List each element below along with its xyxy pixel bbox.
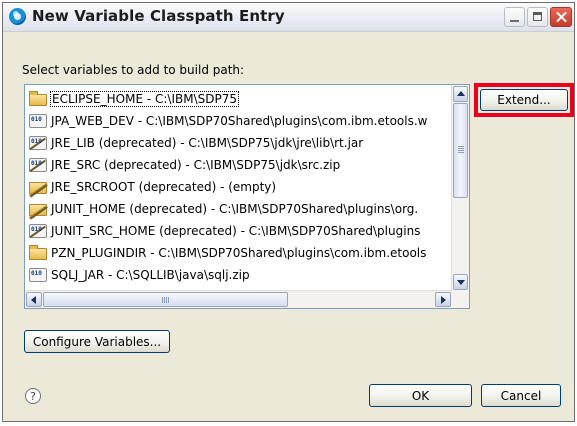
configure-variables-button[interactable]: Configure Variables... xyxy=(24,330,170,353)
ok-button[interactable]: OK xyxy=(369,384,472,407)
eclipse-app-icon xyxy=(9,8,26,25)
jar-deprecated-icon xyxy=(29,158,47,172)
list-item-label: PZN_PLUGINDIR - C:\IBM\SDP70Shared\plugi… xyxy=(51,246,427,260)
instruction-label: Select variables to add to build path: xyxy=(22,63,245,77)
list-item[interactable]: JPA_WEB_DEV - C:\IBM\SDP70Shared\plugins… xyxy=(29,110,449,132)
title-bar[interactable]: New Variable Classpath Entry xyxy=(3,3,574,32)
extend-button[interactable]: Extend... xyxy=(480,89,568,111)
horizontal-scroll-thumb[interactable] xyxy=(43,292,288,307)
list-item-label: JRE_SRC (deprecated) - C:\IBM\SDP75\jdk\… xyxy=(51,158,341,172)
folder-icon xyxy=(29,245,47,260)
window-title: New Variable Classpath Entry xyxy=(32,7,285,25)
jar-variable-icon xyxy=(29,114,47,128)
help-icon[interactable]: ? xyxy=(25,388,41,404)
vertical-scroll-thumb[interactable] xyxy=(453,103,468,198)
jar-variable-icon xyxy=(29,268,47,282)
scroll-right-button[interactable] xyxy=(435,292,451,307)
horizontal-scrollbar[interactable] xyxy=(25,290,452,308)
list-item-label: SQLJ_JAR - C:\SQLLIB\java\sqlj.zip xyxy=(51,268,250,282)
list-item[interactable]: JRE_SRC (deprecated) - C:\IBM\SDP75\jdk\… xyxy=(29,154,449,176)
list-item-label: JUNIT_HOME (deprecated) - C:\IBM\SDP70Sh… xyxy=(51,202,419,216)
list-item-label: JRE_LIB (deprecated) - C:\IBM\SDP75\jdk\… xyxy=(51,136,364,150)
folder-icon xyxy=(29,91,47,106)
list-item[interactable]: ECLIPSE_HOME - C:\IBM\SDP75 xyxy=(29,88,449,110)
scrollbar-corner xyxy=(452,291,469,308)
cancel-button[interactable]: Cancel xyxy=(481,384,561,407)
scroll-down-button[interactable] xyxy=(453,274,468,290)
minimize-button[interactable] xyxy=(504,7,525,27)
scroll-up-button[interactable] xyxy=(453,86,468,102)
list-item[interactable]: SQLJ_JAR - C:\SQLLIB\java\sqlj.zip xyxy=(29,264,449,286)
list-item-label: JUNIT_SRC_HOME (deprecated) - C:\IBM\SDP… xyxy=(51,224,421,238)
list-item[interactable]: JUNIT_SRC_HOME (deprecated) - C:\IBM\SDP… xyxy=(29,220,449,242)
jar-deprecated-icon xyxy=(29,136,47,150)
list-item-label: ECLIPSE_HOME - C:\IBM\SDP75 xyxy=(50,91,239,107)
vertical-scrollbar[interactable] xyxy=(451,85,469,291)
jar-deprecated-icon xyxy=(29,224,47,238)
variables-rows: ECLIPSE_HOME - C:\IBM\SDP75 JPA_WEB_DEV -… xyxy=(29,88,449,286)
list-item-label: JRE_SRCROOT (deprecated) - (empty) xyxy=(51,180,277,194)
list-item[interactable]: PZN_PLUGINDIR - C:\IBM\SDP70Shared\plugi… xyxy=(29,242,449,264)
list-item[interactable]: JRE_SRCROOT (deprecated) - (empty) xyxy=(29,176,449,198)
folder-deprecated-icon xyxy=(29,182,47,194)
scroll-left-button[interactable] xyxy=(26,292,42,307)
list-item[interactable]: JRE_LIB (deprecated) - C:\IBM\SDP75\jdk\… xyxy=(29,132,449,154)
maximize-button[interactable] xyxy=(527,7,548,27)
close-button[interactable] xyxy=(550,7,572,27)
list-item-label: JPA_WEB_DEV - C:\IBM\SDP70Shared\plugins… xyxy=(51,114,428,128)
variables-list[interactable]: ECLIPSE_HOME - C:\IBM\SDP75 JPA_WEB_DEV -… xyxy=(24,84,470,309)
folder-deprecated-icon xyxy=(29,204,47,216)
list-item[interactable]: JUNIT_HOME (deprecated) - C:\IBM\SDP70Sh… xyxy=(29,198,449,220)
